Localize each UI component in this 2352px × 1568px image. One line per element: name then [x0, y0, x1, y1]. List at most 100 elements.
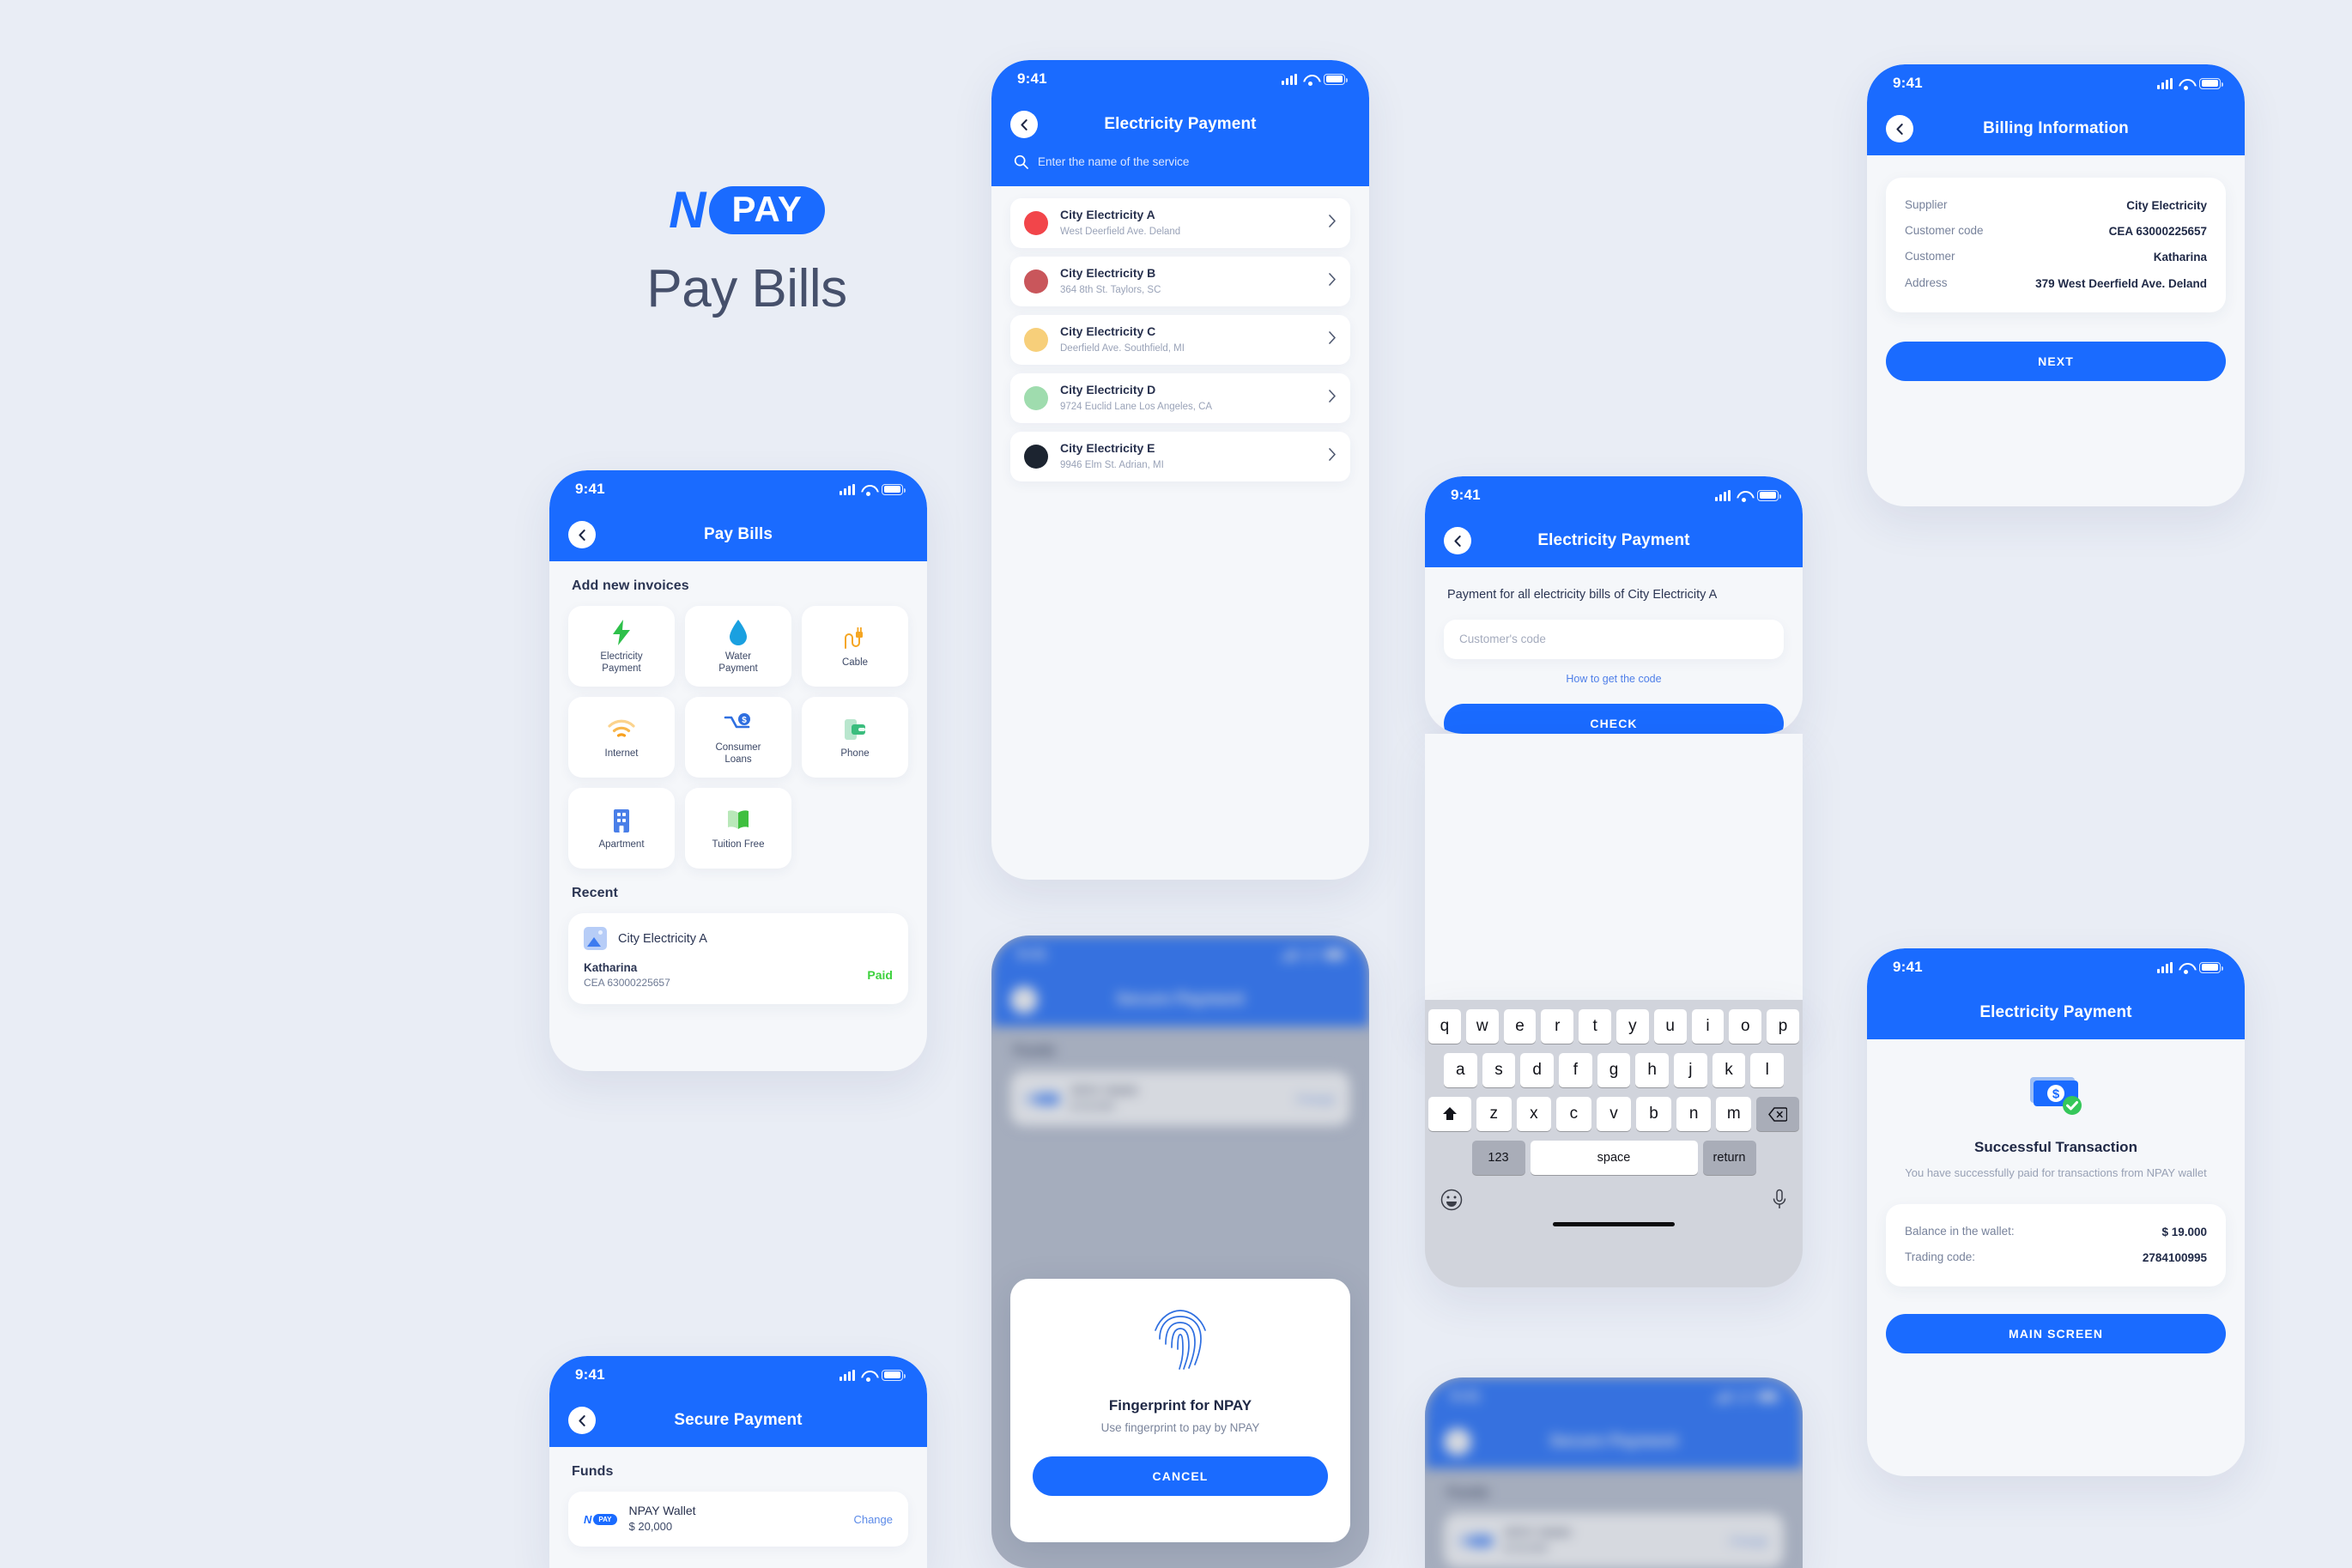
key-o[interactable]: o — [1729, 1009, 1762, 1044]
check-button[interactable]: CHECK — [1444, 703, 1784, 734]
key-y[interactable]: y — [1616, 1009, 1649, 1044]
chevron-left-icon — [578, 529, 585, 541]
tile-apartment[interactable]: Apartment — [568, 788, 675, 869]
key-d[interactable]: d — [1520, 1053, 1554, 1087]
screen-pay-bills: 9:41 Pay Bills Add new invoices Electric… — [549, 470, 927, 1071]
key-c[interactable]: c — [1556, 1097, 1591, 1131]
key-t[interactable]: t — [1579, 1009, 1611, 1044]
key-x[interactable]: x — [1516, 1097, 1552, 1131]
service-list: City Electricity A West Deerfield Ave. D… — [991, 186, 1369, 481]
keyboard-row-4: 123 space return — [1428, 1141, 1799, 1175]
change-wallet-link[interactable]: Change — [853, 1513, 893, 1526]
key-g[interactable]: g — [1597, 1053, 1631, 1087]
next-button[interactable]: NEXT — [1886, 341, 2226, 381]
nav-title: Billing Information — [1983, 119, 2129, 137]
topbar: 9:41 Electricity Payment — [1425, 476, 1803, 567]
code-entry-body: Payment for all electricity bills of Cit… — [1425, 586, 1803, 734]
list-item[interactable]: City Electricity B 364 8th St. Taylors, … — [1010, 257, 1350, 306]
search-bar[interactable]: Enter the name of the service — [991, 151, 1369, 186]
key-r[interactable]: r — [1541, 1009, 1574, 1044]
keyboard-row-2: a s d f g h j k l — [1428, 1053, 1799, 1087]
return-key[interactable]: return — [1702, 1141, 1756, 1175]
home-indicator — [1553, 1222, 1675, 1226]
key-i[interactable]: i — [1691, 1009, 1725, 1044]
topbar: 9:41 Electricity Payment — [1867, 948, 2245, 1039]
tile-consumer-loans[interactable]: $ Consumer Loans — [685, 697, 791, 778]
chevron-right-icon — [1328, 331, 1337, 348]
logo-pay-pill: PAY — [593, 1513, 617, 1525]
key-a[interactable]: a — [1443, 1053, 1477, 1087]
back-button[interactable] — [1886, 115, 1913, 142]
how-to-get-code-link[interactable]: How to get the code — [1444, 673, 1784, 685]
service-name: City Electricity E — [1060, 441, 1155, 455]
tile-tuition-free[interactable]: Tuition Free — [685, 788, 791, 869]
key-h[interactable]: h — [1635, 1053, 1670, 1087]
status-icons — [2157, 77, 2223, 90]
shift-icon[interactable] — [1428, 1097, 1471, 1131]
list-item[interactable]: City Electricity A West Deerfield Ave. D… — [1010, 198, 1350, 248]
section-add-invoices: Add new invoices — [572, 578, 689, 593]
npay-logo-small: N PAY — [584, 1513, 617, 1526]
service-texts: City Electricity D 9724 Euclid Lane Los … — [1060, 383, 1316, 414]
status-icons — [840, 483, 906, 496]
space-key[interactable]: space — [1530, 1141, 1698, 1175]
wallet-fund-row[interactable]: N PAY NPAY Wallet $ 20,000 Change — [568, 1492, 908, 1547]
key-v[interactable]: v — [1596, 1097, 1632, 1131]
row-key: Customer code — [1905, 224, 1984, 238]
tile-water-payment[interactable]: Water Payment — [685, 606, 791, 687]
list-item[interactable]: City Electricity E 9946 Elm St. Adrian, … — [1010, 432, 1350, 481]
screen-secure-payment: 9:41 Secure Payment Funds N PAY NPAY Wal… — [549, 1356, 927, 1568]
invoice-type-grid: Electricity Payment Water Payment Cable … — [568, 606, 908, 869]
tile-phone[interactable]: Phone — [802, 697, 908, 778]
service-address: West Deerfield Ave. Deland — [1060, 227, 1181, 237]
cancel-button[interactable]: CANCEL — [1033, 1456, 1328, 1496]
wifi-icon — [1737, 490, 1751, 502]
list-item[interactable]: City Electricity D 9724 Euclid Lane Los … — [1010, 373, 1350, 423]
service-thumbnail-icon — [584, 927, 607, 950]
back-button[interactable] — [1444, 527, 1471, 554]
tile-cable[interactable]: Cable — [802, 606, 908, 687]
search-input[interactable]: Enter the name of the service — [1038, 155, 1189, 168]
back-button[interactable] — [1010, 111, 1038, 138]
signal-icon — [1715, 489, 1731, 501]
chevron-right-icon — [1328, 390, 1337, 407]
key-l[interactable]: l — [1750, 1053, 1785, 1087]
key-k[interactable]: k — [1712, 1053, 1746, 1087]
back-button[interactable] — [568, 1407, 596, 1434]
key-q[interactable]: q — [1428, 1009, 1461, 1044]
cable-plug-icon — [842, 624, 868, 653]
key-e[interactable]: e — [1503, 1009, 1537, 1044]
key-z[interactable]: z — [1476, 1097, 1512, 1131]
key-f[interactable]: f — [1559, 1053, 1592, 1087]
recent-invoice-card[interactable]: City Electricity A Katharina CEA 6300022… — [568, 913, 908, 1004]
key-b[interactable]: b — [1636, 1097, 1671, 1131]
key-j[interactable]: j — [1674, 1053, 1707, 1087]
key-m[interactable]: m — [1716, 1097, 1752, 1131]
backspace-icon[interactable] — [1756, 1097, 1800, 1131]
numbers-key[interactable]: 123 — [1471, 1141, 1525, 1175]
chevron-right-icon — [1328, 215, 1337, 232]
key-p[interactable]: p — [1767, 1009, 1799, 1044]
tile-electricity-payment[interactable]: Electricity Payment — [568, 606, 675, 687]
key-s[interactable]: s — [1482, 1053, 1516, 1087]
microphone-icon[interactable] — [1772, 1189, 1787, 1215]
key-u[interactable]: u — [1653, 1009, 1687, 1044]
nav-title: Pay Bills — [703, 525, 773, 543]
list-item[interactable]: City Electricity C Deerfield Ave. Southf… — [1010, 315, 1350, 365]
money-check-icon: $ — [1886, 1072, 2226, 1117]
key-w[interactable]: w — [1465, 1009, 1499, 1044]
customer-code-input[interactable]: Customer's code — [1444, 619, 1784, 659]
status-bar: 9:41 — [1425, 476, 1803, 514]
main-screen-button[interactable]: MAIN SCREEN — [1886, 1313, 2226, 1353]
tile-internet[interactable]: Internet — [568, 697, 675, 778]
signal-icon — [1282, 73, 1297, 85]
tile-label: Cable — [841, 657, 869, 668]
emoji-icon[interactable] — [1440, 1189, 1463, 1215]
screen-success: 9:41 Electricity Payment $ Successful Tr… — [1867, 948, 2245, 1476]
modal-subtitle: Use fingerprint to pay by NPAY — [1100, 1421, 1260, 1434]
svg-text:$: $ — [742, 716, 747, 725]
signal-icon — [840, 1369, 855, 1381]
key-n[interactable]: n — [1676, 1097, 1712, 1131]
back-button[interactable] — [568, 521, 596, 548]
tile-label: Water Payment — [718, 651, 758, 674]
